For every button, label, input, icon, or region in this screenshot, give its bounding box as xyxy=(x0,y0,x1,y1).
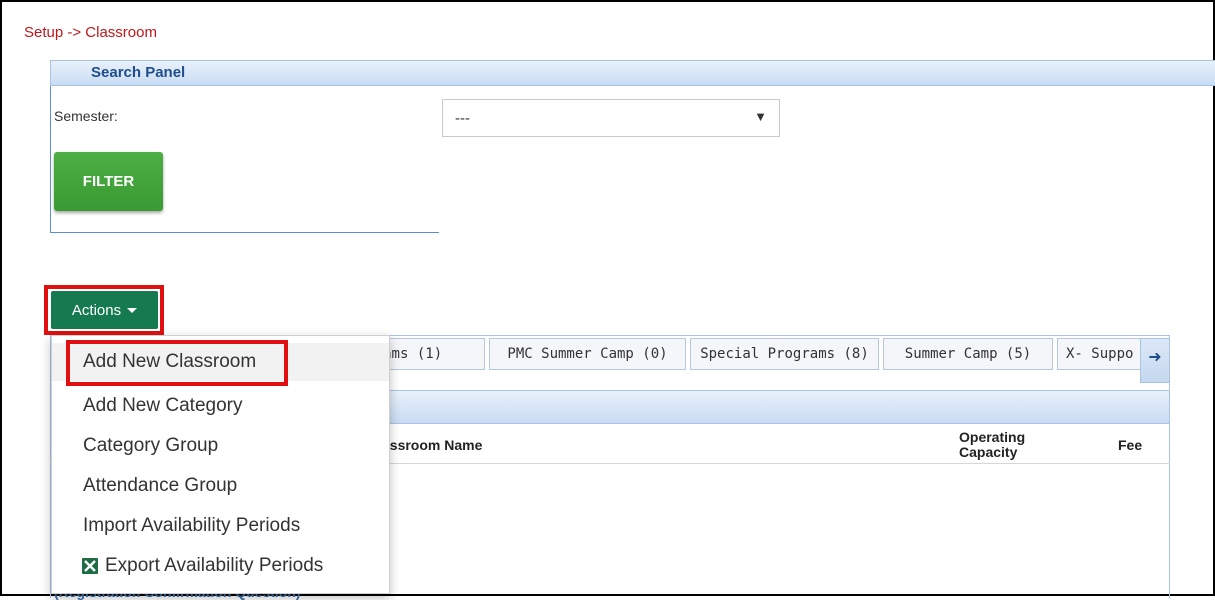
menu-item-label: Add New Category xyxy=(83,395,243,416)
menu-item-label: Category Group xyxy=(83,435,219,456)
search-panel-header: Search Panel xyxy=(50,60,1215,86)
column-operating-capacity[interactable]: Operating Capacity xyxy=(959,430,1059,460)
column-fee[interactable]: Fee xyxy=(1118,438,1142,453)
menu-item-label: Import Availability Periods xyxy=(83,515,301,536)
search-panel-title: Search Panel xyxy=(91,64,186,81)
menu-item-export-availability-periods[interactable]: Export Availability Periods xyxy=(52,547,389,585)
semester-select-value: --- xyxy=(455,110,470,127)
add-classroom-highlight-box xyxy=(66,340,288,386)
menu-item-import-availability-periods[interactable]: Import Availability Periods xyxy=(52,507,389,545)
menu-item-label: Attendance Group xyxy=(83,475,238,496)
dropdown-arrow-icon: ▼ xyxy=(754,109,767,124)
tab-summer-camp[interactable]: Summer Camp (5) xyxy=(883,338,1053,370)
excel-icon xyxy=(82,558,98,574)
filter-button[interactable]: FILTER xyxy=(54,152,163,211)
actions-label: Actions xyxy=(71,301,122,319)
menu-item-attendance-group[interactable]: Attendance Group xyxy=(52,467,389,505)
column-classroom-name[interactable]: assroom Name xyxy=(382,438,482,453)
caret-down-icon xyxy=(127,307,138,313)
tab-x-support[interactable]: X- Suppo xyxy=(1057,338,1142,370)
actions-button[interactable]: Actions xyxy=(51,291,158,329)
tab-pmc-summer-camp[interactable]: PMC Summer Camp (0) xyxy=(489,338,686,370)
tab-special-programs[interactable]: Special Programs (8) xyxy=(690,338,879,370)
semester-select[interactable]: --- ▼ xyxy=(442,99,780,137)
menu-item-label: Export Availability Periods xyxy=(105,555,324,576)
semester-label: Semester: xyxy=(54,108,118,124)
menu-item-add-new-category[interactable]: Add New Category xyxy=(52,387,389,425)
breadcrumb[interactable]: Setup -> Classroom xyxy=(24,24,157,41)
menu-item-category-group[interactable]: Category Group xyxy=(52,427,389,465)
arrow-right-icon[interactable]: ➜ xyxy=(1140,338,1170,383)
